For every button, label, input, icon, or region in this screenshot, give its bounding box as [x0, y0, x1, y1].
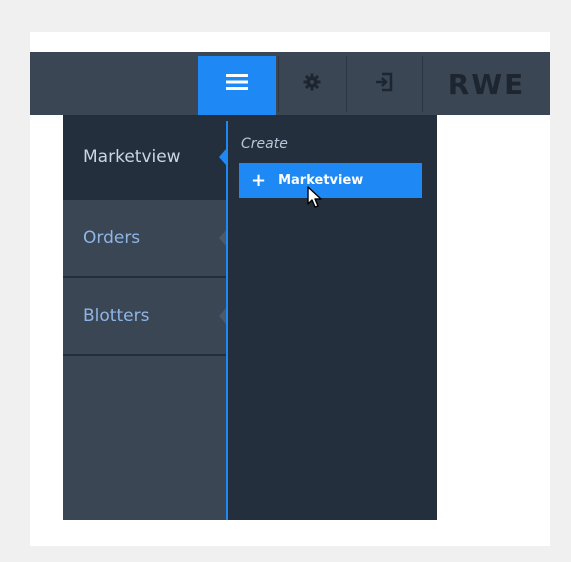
nav-column: Marketview Orders Blotters [63, 115, 226, 520]
nav-item-label: Orders [83, 228, 141, 248]
create-section-label: Create [241, 136, 288, 152]
mouse-pointer-icon [306, 185, 326, 213]
gear-icon [303, 73, 321, 95]
logout-icon [374, 72, 394, 96]
logo-text: RWE [447, 67, 526, 101]
nav-item-label: Marketview [83, 146, 181, 167]
hamburger-icon [226, 73, 248, 95]
nav-item-marketview[interactable]: Marketview [63, 115, 226, 200]
nav-pointer-icon [219, 230, 226, 246]
menu-button[interactable] [198, 56, 276, 112]
nav-item-blotters[interactable]: Blotters [63, 278, 226, 356]
column-divider [226, 121, 228, 520]
nav-pointer-icon [219, 148, 226, 165]
nav-empty-area [63, 356, 226, 520]
nav-pointer-icon [219, 308, 226, 324]
nav-item-orders[interactable]: Orders [63, 200, 226, 278]
logout-button[interactable] [346, 56, 420, 112]
plus-icon: + [251, 170, 267, 191]
create-marketview-button[interactable]: + Marketview [239, 163, 422, 198]
nav-item-label: Blotters [83, 306, 150, 326]
logo: RWE [422, 56, 550, 112]
settings-button[interactable] [278, 56, 344, 112]
